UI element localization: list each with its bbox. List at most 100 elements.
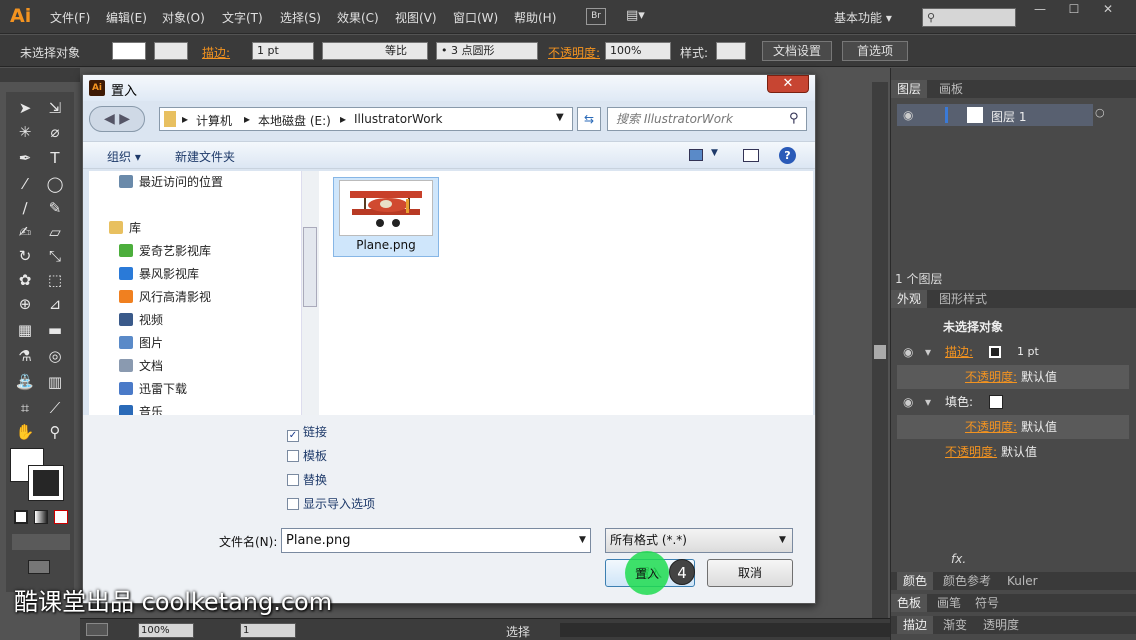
eyedropper-tool-icon[interactable]: ⚗ <box>10 344 40 368</box>
tab-kuler[interactable]: Kuler <box>1001 572 1044 590</box>
disclosure-triangle-icon[interactable]: ▾ <box>925 390 931 414</box>
filename-input[interactable]: Plane.png <box>281 528 591 553</box>
layer-row[interactable]: ◉ 图层 1 <box>897 104 1093 126</box>
lasso-tool-icon[interactable]: ⌀ <box>40 120 70 144</box>
slice-tool-icon[interactable]: ⟋ <box>40 396 70 420</box>
link-checkbox[interactable]: ✓ <box>287 430 299 442</box>
help-search-input[interactable]: ⚲ <box>922 8 1016 27</box>
dialog-close-button[interactable]: ✕ <box>767 75 809 93</box>
eye-icon[interactable]: ◉ <box>903 108 913 122</box>
search-icon[interactable]: ⚲ <box>789 111 799 126</box>
help-icon[interactable]: ? <box>779 147 796 164</box>
menu-help[interactable]: 帮助(H) <box>514 9 556 26</box>
stroke-swatch[interactable] <box>28 465 64 501</box>
nav-pictures[interactable]: 图片 <box>119 332 305 355</box>
show-import-checkbox[interactable] <box>287 498 299 510</box>
layer-target-icon[interactable]: ○ <box>1095 106 1105 119</box>
warp-tool-icon[interactable]: ✿ <box>10 268 40 292</box>
perspective-grid-tool-icon[interactable]: ⊿ <box>40 292 70 316</box>
gradient-tool-icon[interactable]: ▬ <box>40 318 70 342</box>
gradient-mode-button[interactable] <box>34 510 48 524</box>
menu-select[interactable]: 选择(S) <box>280 9 321 26</box>
fill-swatch-small[interactable] <box>989 395 1003 409</box>
column-graph-tool-icon[interactable]: ▥ <box>40 370 70 394</box>
pencil-tool-icon[interactable]: ✎ <box>40 196 70 220</box>
chevron-down-icon[interactable]: ▼ <box>779 535 786 545</box>
template-checkbox[interactable] <box>287 450 299 462</box>
close-app-button[interactable]: ✕ <box>1092 0 1124 18</box>
menu-edit[interactable]: 编辑(E) <box>106 9 147 26</box>
breadcrumb-arrow-icon[interactable]: ▸ <box>244 112 250 126</box>
opacity-label[interactable]: 不透明度: <box>965 415 1017 439</box>
organize-button[interactable]: 组织 ▾ <box>107 148 141 165</box>
zoom-tool-icon[interactable]: ⚲ <box>40 420 70 444</box>
ellipse-tool-icon[interactable]: ◯ <box>40 172 70 196</box>
arrange-documents-button[interactable]: ▤▾ <box>626 8 656 25</box>
stroke-weight-input[interactable]: 1 pt <box>252 42 314 60</box>
file-name-label[interactable]: Plane.png <box>333 238 439 252</box>
document-setup-button[interactable]: 文档设置 <box>762 41 832 61</box>
nav-videos[interactable]: 视频 <box>119 309 305 332</box>
option-template[interactable]: 模板 <box>287 447 327 465</box>
refresh-icon[interactable]: ⇆ <box>577 107 601 131</box>
tab-brushes[interactable]: 画笔 <box>931 594 967 612</box>
filetype-select[interactable]: 所有格式 (*.*) <box>605 528 793 553</box>
tab-transparency[interactable]: 透明度 <box>977 616 1025 634</box>
minimize-button[interactable]: — <box>1024 0 1056 18</box>
disclosure-triangle-icon[interactable]: ▾ <box>925 340 931 364</box>
option-link[interactable]: ✓ 链接 <box>287 423 327 442</box>
workspace-switcher[interactable]: 基本功能 ▾ <box>834 9 892 26</box>
nav-baofeng[interactable]: 暴风影视库 <box>119 263 305 286</box>
option-replace[interactable]: 替换 <box>287 471 327 489</box>
maximize-button[interactable]: ☐ <box>1058 0 1090 18</box>
dialog-titlebar[interactable]: Ai 置入 ✕ <box>83 75 815 101</box>
blend-tool-icon[interactable]: ◎ <box>40 344 70 368</box>
direct-selection-tool-icon[interactable]: ⇲ <box>40 96 70 120</box>
none-mode-button[interactable] <box>54 510 68 524</box>
appearance-stroke-opacity-row[interactable]: 不透明度: 默认值 <box>897 365 1129 389</box>
breadcrumb-arrow-icon[interactable]: ▸ <box>182 112 188 126</box>
breadcrumb-drive[interactable]: 本地磁盘 (E:) <box>258 112 331 129</box>
appearance-stroke-row[interactable]: ◉ ▾ 描边: 1 pt <box>897 340 1129 364</box>
back-forward-buttons[interactable]: ◀ ▶ <box>89 106 145 132</box>
stroke-swatch-small[interactable] <box>989 346 1001 358</box>
layer-name[interactable]: 图层 1 <box>991 108 1026 125</box>
appearance-fill-row[interactable]: ◉ ▾ 填色: <box>897 390 1129 414</box>
view-options-icon[interactable] <box>689 149 703 161</box>
eraser-tool-icon[interactable]: ▱ <box>40 220 70 244</box>
rotate-tool-icon[interactable]: ↻ <box>10 244 40 268</box>
bridge-button[interactable]: Br <box>586 8 606 25</box>
eye-icon[interactable]: ◉ <box>903 340 913 364</box>
stroke-color-picker[interactable] <box>154 42 188 60</box>
graphic-style-picker[interactable] <box>716 42 746 60</box>
menu-file[interactable]: 文件(F) <box>50 9 90 26</box>
hand-tool-icon[interactable]: ✋ <box>10 420 40 444</box>
opacity-label[interactable]: 不透明度: <box>945 440 997 464</box>
chevron-down-icon[interactable]: ▼ <box>579 535 586 545</box>
tab-appearance[interactable]: 外观 <box>891 290 928 308</box>
stroke-profile-select[interactable]: 等比 <box>322 42 428 60</box>
opacity-label[interactable]: 不透明度: <box>548 44 600 61</box>
zoom-level-select[interactable]: 100% <box>138 623 194 638</box>
paintbrush-tool-icon[interactable]: ∕ <box>10 196 40 220</box>
appearance-fill-opacity-row[interactable]: 不透明度: 默认值 <box>897 415 1129 439</box>
tab-color[interactable]: 颜色 <box>897 572 934 590</box>
color-mode-button[interactable] <box>14 510 28 524</box>
brush-select[interactable]: • 3 点圆形 <box>436 42 538 60</box>
address-bar[interactable]: ▸ 计算机 ▸ 本地磁盘 (E:) ▸ IllustratorWork ▼ <box>159 107 573 131</box>
nav-music[interactable]: 音乐 <box>119 401 305 415</box>
nav-funshion[interactable]: 风行高清影视 <box>119 286 305 309</box>
mesh-tool-icon[interactable]: ▦ <box>10 318 40 342</box>
tab-artboards[interactable]: 画板 <box>933 80 969 98</box>
free-transform-tool-icon[interactable]: ⬚ <box>40 268 70 292</box>
breadcrumb-arrow-icon[interactable]: ▸ <box>340 112 346 126</box>
tab-symbols[interactable]: 符号 <box>969 594 1005 612</box>
nav-iqiyi[interactable]: 爱奇艺影视库 <box>119 240 305 263</box>
stroke-label[interactable]: 描边: <box>945 340 973 364</box>
menu-view[interactable]: 视图(V) <box>395 9 437 26</box>
magic-wand-tool-icon[interactable]: ✳ <box>10 120 40 144</box>
chevron-down-icon[interactable]: ▼ <box>711 148 718 158</box>
file-thumbnail[interactable] <box>339 180 433 236</box>
tab-stroke[interactable]: 描边 <box>897 616 934 634</box>
cancel-button[interactable]: 取消 <box>707 559 793 587</box>
